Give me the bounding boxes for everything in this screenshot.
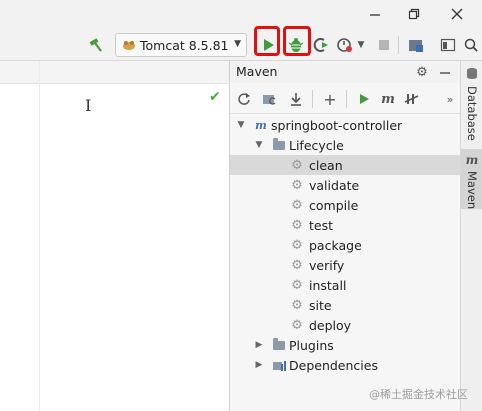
database-icon (466, 67, 478, 82)
tree-item-dependencies[interactable]: ▶ Dependencies (230, 355, 460, 375)
maven-goal-icon[interactable]: m (378, 89, 398, 109)
generate-sources-icon[interactable] (260, 89, 280, 109)
run-maven-icon[interactable] (354, 89, 374, 109)
gear-icon: ⚙ (291, 217, 303, 233)
add-icon[interactable]: + (320, 89, 340, 109)
collapsed-icon: ▶ (255, 360, 263, 370)
tab-database-label: Database (465, 86, 479, 141)
expanded-icon: ▼ (255, 140, 263, 150)
goal-label: install (309, 277, 347, 293)
profile-icon[interactable] (334, 34, 356, 56)
collapsed-icon: ▶ (255, 340, 263, 350)
close-icon[interactable] (446, 4, 468, 24)
text-cursor: I (85, 96, 92, 115)
chevron-down-icon: ▼ (234, 39, 241, 49)
minimize-icon[interactable] (364, 4, 386, 24)
maven-toolbar: + m » (230, 85, 460, 114)
reload-icon[interactable] (234, 89, 254, 109)
tree-item-goal[interactable]: ⚙ site (230, 295, 460, 315)
goal-label: verify (309, 257, 345, 273)
more-icon[interactable]: » (440, 89, 460, 109)
gear-icon: ⚙ (291, 237, 303, 253)
gear-icon: ⚙ (291, 277, 303, 293)
run-button-highlight (254, 26, 280, 56)
run-config-selector[interactable]: Tomcat 8.5.81 ▼ (115, 33, 247, 57)
watermark: @稀土掘金技术社区 (369, 388, 468, 401)
gear-icon[interactable]: ⚙ (413, 63, 431, 81)
tree-item-goal[interactable]: ⚙ package (230, 235, 460, 255)
maven-panel: Maven ⚙ + m » ▼ m springboot-controller … (230, 61, 460, 411)
dependencies-label: Dependencies (289, 357, 378, 373)
maven-toolbar-separator (312, 90, 313, 108)
goal-label: test (309, 217, 334, 233)
goal-label: deploy (309, 317, 352, 333)
plugins-label: Plugins (289, 337, 334, 353)
project-label: springboot-controller (271, 117, 403, 133)
skip-tests-icon[interactable] (402, 89, 422, 109)
tree-item-goal[interactable]: ⚙ compile (230, 195, 460, 215)
maven-icon: m (465, 153, 479, 167)
project-structure-icon[interactable] (406, 34, 426, 56)
goal-label: compile (309, 197, 359, 213)
tree-item-lifecycle[interactable]: ▼ Lifecycle (230, 135, 460, 155)
hammer-icon[interactable] (86, 34, 106, 56)
tab-maven[interactable]: m Maven (461, 149, 482, 209)
lifecycle-label: Lifecycle (289, 137, 344, 153)
tree-item-goal[interactable]: ⚙ clean (230, 155, 460, 175)
editor-tab-strip (0, 61, 229, 84)
run-config-label: Tomcat 8.5.81 (140, 37, 229, 53)
gear-icon: ⚙ (291, 297, 303, 313)
tree-item-goal[interactable]: ⚙ deploy (230, 315, 460, 335)
tree-item-project[interactable]: ▼ m springboot-controller (230, 115, 460, 135)
minimize-panel-icon[interactable] (436, 63, 454, 81)
download-icon[interactable] (286, 89, 306, 109)
check-icon: ✔ (209, 89, 221, 105)
main-toolbar: Tomcat 8.5.81 ▼ ▼ (0, 30, 482, 61)
gear-icon: ⚙ (291, 157, 303, 173)
debug-button-highlight (283, 26, 311, 56)
dependencies-icon (272, 358, 286, 372)
folder-icon (272, 337, 286, 352)
tree-item-goal[interactable]: ⚙ verify (230, 255, 460, 275)
terminal-icon[interactable] (438, 34, 458, 56)
restore-icon[interactable] (403, 4, 425, 24)
goal-label: package (309, 237, 362, 253)
tree-item-plugins[interactable]: ▶ Plugins (230, 335, 460, 355)
tomcat-icon (122, 38, 136, 52)
right-tool-stripe: Database m Maven (460, 61, 482, 411)
goal-label: site (309, 297, 332, 313)
stop-icon[interactable] (374, 34, 394, 56)
maven-title: Maven (236, 64, 278, 79)
toolbar-separator (398, 36, 399, 54)
tab-database[interactable]: Database (461, 65, 482, 141)
gear-icon: ⚙ (291, 257, 303, 273)
chevron-down-icon[interactable]: ▼ (356, 34, 366, 56)
goal-label: clean (309, 157, 343, 173)
maven-toolbar-separator (346, 90, 347, 108)
goal-label: validate (309, 177, 360, 193)
folder-icon (272, 137, 286, 152)
gear-icon: ⚙ (291, 197, 303, 213)
title-bar (0, 0, 482, 30)
search-icon[interactable] (461, 34, 481, 56)
tree-item-goal[interactable]: ⚙ install (230, 275, 460, 295)
editor-area[interactable]: I ✔ (0, 61, 229, 411)
coverage-icon[interactable] (311, 34, 331, 56)
tree-item-goal[interactable]: ⚙ validate (230, 175, 460, 195)
gear-icon: ⚙ (291, 317, 303, 333)
editor-gutter (39, 61, 40, 411)
maven-header: Maven ⚙ (230, 61, 460, 83)
tab-maven-label: Maven (465, 171, 479, 210)
tree-item-goal[interactable]: ⚙ test (230, 215, 460, 235)
expanded-icon: ▼ (237, 120, 245, 130)
maven-project-icon: m (255, 118, 267, 132)
gear-icon: ⚙ (291, 177, 303, 193)
